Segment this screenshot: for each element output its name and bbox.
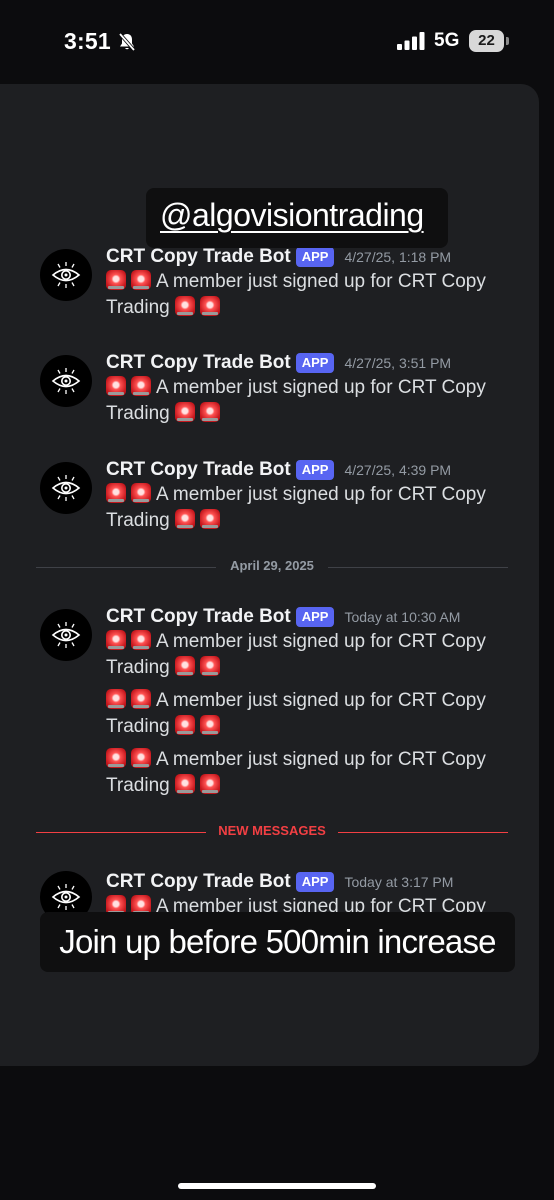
police-light-icon (200, 296, 220, 316)
bell-slash-icon (118, 32, 136, 52)
police-light-icon (106, 376, 126, 396)
message-text-block: A member just signed up for CRT Copy Tra… (106, 482, 511, 534)
new-messages-label: NEW MESSAGES (218, 823, 326, 838)
police-light-icon (106, 270, 126, 290)
message-content: A member just signed up for CRT Copy Tra… (106, 629, 511, 806)
message-text: A member just signed up for CRT Copy (156, 690, 486, 711)
message-text: Trading (106, 403, 170, 424)
police-light-icon (175, 656, 195, 676)
handle-overlay[interactable]: @algovisiontrading (146, 188, 448, 248)
bot-avatar[interactable] (40, 462, 92, 514)
date-divider-label: April 29, 2025 (230, 558, 314, 573)
message-text: Trading (106, 657, 170, 678)
message-text: A member just signed up for CRT Copy (156, 631, 486, 652)
app-badge: APP (295, 872, 335, 892)
message-text: A member just signed up for CRT Copy (156, 749, 486, 770)
message-header: CRT Copy Trade Bot APP 4/27/25, 3:51 PM (106, 352, 451, 376)
police-light-icon (175, 509, 195, 529)
bot-avatar[interactable] (40, 355, 92, 407)
caption-text: Join up before 500min increase (59, 923, 496, 960)
network-type: 5G (434, 30, 460, 51)
handle-text[interactable]: @algovisiontrading (160, 197, 424, 234)
message-timestamp: 4/27/25, 3:51 PM (344, 355, 452, 371)
app-badge: APP (295, 607, 335, 627)
police-light-icon (175, 402, 195, 422)
message-text: Trading (106, 716, 170, 737)
eye-icon (51, 622, 81, 648)
status-bar: 3:51 5G 22 (0, 0, 554, 84)
message-content: A member just signed up for CRT Copy Tra… (106, 482, 511, 541)
eye-icon (51, 262, 81, 288)
police-light-icon (106, 630, 126, 650)
police-light-icon (175, 774, 195, 794)
app-badge: APP (295, 247, 335, 267)
home-indicator[interactable] (178, 1183, 376, 1189)
date-divider: April 29, 2025 (36, 557, 508, 577)
police-light-icon (131, 376, 151, 396)
author-name[interactable]: CRT Copy Trade Bot (106, 871, 291, 892)
message-timestamp: 4/27/25, 4:39 PM (344, 462, 452, 478)
police-light-icon (131, 689, 151, 709)
message-timestamp: Today at 10:30 AM (344, 609, 461, 625)
message-header: CRT Copy Trade Bot APP 4/27/25, 1:18 PM (106, 246, 451, 270)
police-light-icon (106, 483, 126, 503)
eye-icon (51, 475, 81, 501)
message-content: A member just signed up for CRT Copy Tra… (106, 375, 511, 434)
message-header: CRT Copy Trade Bot APP 4/27/25, 4:39 PM (106, 459, 451, 483)
message-text-block: A member just signed up for CRT Copy Tra… (106, 375, 511, 427)
message-text: A member just signed up for CRT Copy (156, 271, 486, 292)
author-name[interactable]: CRT Copy Trade Bot (106, 246, 291, 267)
message-text-block: A member just signed up for CRT Copy Tra… (106, 747, 511, 799)
police-light-icon (200, 715, 220, 735)
author-name[interactable]: CRT Copy Trade Bot (106, 459, 291, 480)
app-badge: APP (295, 460, 335, 480)
police-light-icon (106, 689, 126, 709)
message-text-block: A member just signed up for CRT Copy Tra… (106, 629, 511, 681)
police-light-icon (106, 748, 126, 768)
police-light-icon (131, 630, 151, 650)
message-text: A member just signed up for CRT Copy (156, 484, 486, 505)
message-text: Trading (106, 297, 170, 318)
message-header: CRT Copy Trade Bot APP Today at 3:17 PM (106, 871, 453, 895)
police-light-icon (175, 296, 195, 316)
police-light-icon (200, 402, 220, 422)
status-time: 3:51 (64, 28, 111, 54)
police-light-icon (200, 656, 220, 676)
bot-avatar[interactable] (40, 249, 92, 301)
message-text: A member just signed up for CRT Copy (156, 377, 486, 398)
battery-icon: 22 (469, 30, 509, 52)
message-timestamp: 4/27/25, 1:18 PM (344, 249, 452, 265)
eye-icon (51, 368, 81, 394)
battery-level: 22 (469, 30, 504, 52)
police-light-icon (131, 748, 151, 768)
cellular-signal-icon (397, 32, 425, 50)
police-light-icon (175, 715, 195, 735)
app-badge: APP (295, 353, 335, 373)
police-light-icon (131, 483, 151, 503)
message-text: Trading (106, 510, 170, 531)
message-text: Trading (106, 775, 170, 796)
message-timestamp: Today at 3:17 PM (344, 874, 454, 890)
message-content: A member just signed up for CRT Copy Tra… (106, 269, 511, 328)
message-text-block: A member just signed up for CRT Copy Tra… (106, 269, 511, 321)
police-light-icon (200, 509, 220, 529)
police-light-icon (200, 774, 220, 794)
message-text-block: A member just signed up for CRT Copy Tra… (106, 688, 511, 740)
message-header: CRT Copy Trade Bot APP Today at 10:30 AM (106, 606, 460, 630)
author-name[interactable]: CRT Copy Trade Bot (106, 352, 291, 373)
author-name[interactable]: CRT Copy Trade Bot (106, 606, 291, 627)
caption-overlay: Join up before 500min increase (40, 912, 515, 972)
police-light-icon (131, 270, 151, 290)
eye-icon (51, 884, 81, 910)
new-messages-divider: NEW MESSAGES (36, 822, 508, 842)
bot-avatar[interactable] (40, 609, 92, 661)
